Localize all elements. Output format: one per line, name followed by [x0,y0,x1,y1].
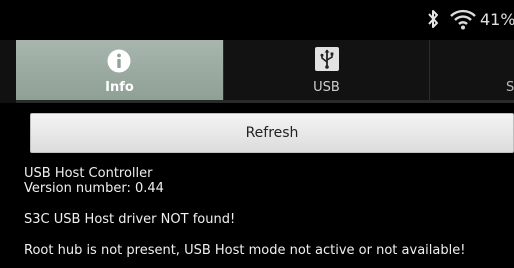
tab-usb[interactable]: USB [223,40,429,100]
version-number: Version number: 0.44 [24,181,164,196]
driver-status: S3C USB Host driver NOT found! [24,212,236,227]
app-screen: 41% Info USB S Refresh USB Host Controll… [0,0,514,268]
tab-usb-label: USB [313,80,340,95]
tab-divider [16,100,514,103]
tab-bar: Info USB S [0,40,514,103]
status-bar: 41% [0,0,514,40]
controller-name: USB Host Controller [24,166,153,181]
tab-info[interactable]: Info [16,40,223,100]
battery-percentage: 41% [480,10,514,29]
tab-s-label: S [506,80,514,95]
usb-icon [315,47,339,71]
bluetooth-icon [428,10,438,28]
refresh-button[interactable]: Refresh [30,113,514,153]
root-hub-status: Root hub is not present, USB Host mode n… [24,243,466,258]
refresh-button-label: Refresh [245,125,299,141]
tab-info-label: Info [105,80,134,95]
info-icon [107,49,131,73]
wifi-icon [450,9,476,30]
tab-s[interactable]: S [429,40,514,100]
